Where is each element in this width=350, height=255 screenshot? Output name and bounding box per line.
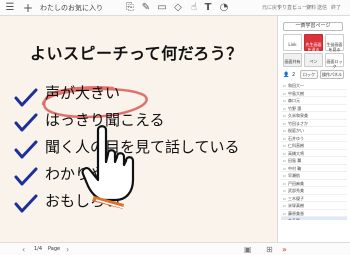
pointing-hand-icon [81,125,135,209]
capture-icon[interactable]: ⊞ [266,244,273,255]
panel-toggle-icon[interactable]: » [282,244,287,255]
student-name: 高橋大将 [288,150,304,156]
roster-row[interactable]: ▫ 仁科直樹 [281,142,347,150]
check-icon [14,88,38,107]
roster-row[interactable]: ▫ 竹野 惠 [281,105,347,112]
user-icon: 👤 [283,72,290,78]
roster-row[interactable]: ▫ 高橋大将 [281,150,347,157]
share-screen-tile[interactable]: 画面共有 [283,53,302,67]
roster-row[interactable]: ▫ 石井ゆう [281,135,347,142]
page-label: Page [48,246,61,252]
share-icon[interactable]: ⎘ [124,2,136,14]
whiteboard-slide[interactable]: よいスピーチって何だろう？ 声が大きい はっきり聞こえる 聞く人の目を見て話して… [0,16,277,242]
roster-row[interactable]: ▫ 竹田まさか [281,120,347,127]
student-name: 戸田麻美 [288,180,304,186]
view-student-screen-tile[interactable]: 生徒画面を見る [325,34,344,52]
check-icon [14,140,38,159]
student-name: 桜庭かい [288,128,304,133]
link-tile[interactable]: Link [283,34,302,51]
eraser-icon[interactable]: ◇ [172,2,184,14]
document-title: わたしのお気に入り [40,4,103,12]
roster-row[interactable]: ▫ 早瀬航 [281,172,347,180]
marker-icon[interactable]: ▭ [156,2,168,14]
pen-tile[interactable]: ペン [304,53,323,67]
participant-count: 2 [292,72,296,78]
lock-button[interactable]: ロック [300,70,318,79]
roster-row[interactable]: ▫ 米塚真樹 [281,202,347,210]
student-name: 中村 鞠 [288,165,302,171]
layout-icon[interactable]: ▣ [244,244,252,255]
roster-row[interactable]: ▫ 藤原美香 [281,210,347,217]
text-icon[interactable]: T [202,2,214,14]
student-name: 仁科直樹 [288,143,304,148]
roster-row[interactable]: ▫ 戸田麻美 [281,180,347,187]
student-name: 久米和泉美 [288,113,308,118]
page-indicator: 1/4 [34,246,43,252]
send-teacher-screen-tile[interactable]: 先生画面を送る [304,34,323,52]
roster-row[interactable]: ▫ 中村 鞠 [281,165,347,172]
student-name: 竹田まさか [288,120,308,126]
student-name: 田島 翼 [288,158,302,163]
check-icon [14,194,38,213]
student-name: 竹野 惠 [288,105,302,111]
bottom-bar: ‹ 1/4 Page › ▣ ⊞ » [0,242,350,255]
control-panel-button[interactable]: 操作パネル [320,70,344,79]
student-name: 武部秀美 [288,188,304,193]
student-name: 石井ゆう [288,135,304,141]
send-button[interactable]: 送信 [317,3,327,13]
student-name: 中島大樹 [288,90,304,96]
chevron-right-icon[interactable]: › [66,244,69,255]
student-name: 米塚真樹 [288,203,304,208]
check-icon [14,167,38,186]
class-home-button[interactable]: 一斉学習ページ [283,22,343,31]
materials-button[interactable]: 資料 [306,3,316,13]
student-name: 金乃勝 [288,218,300,220]
pointer-icon[interactable]: ☝ [188,2,200,14]
student-name: 和田大一 [288,83,304,88]
slide-title: よいスピーチって何だろう？ [30,44,243,63]
slide-item-3: 聞く人の目を見て話している [45,138,240,156]
student-name: 三木優子 [288,195,304,201]
plus-icon[interactable]: + [22,2,34,14]
roster-row[interactable]: ▫ 三木優子 [281,195,347,202]
check-icon [14,113,38,132]
pen-icon[interactable]: ✎ [140,2,152,14]
lock-screen-tile[interactable]: 画面ロック [325,53,344,69]
roster-row[interactable]: ▫ 森口元 [281,97,347,105]
shapes-icon[interactable]: ◔ [218,2,230,14]
student-roster: ▫ 和田大一 ▫ 中島大樹 ▫ 森口元 ▫ 竹野 惠 ▫ 久米和泉美 ▫ 竹田まさか ▫ 桜庭かい ▫ 石井ゆ… [281,82,347,220]
top-toolbar: ☰ + わたしのお気に入り ⎘ ✎ ▭ ◇ ☝ T ◔ 元に戻す やり直し ビュ… [0,0,350,16]
roster-row[interactable]: ▫金乃勝 [281,217,347,220]
student-name: 藤原美香 [288,210,304,216]
roster-row[interactable]: ▫ 中島大樹 [281,90,347,97]
slide-item-1: 声が大きい [45,84,121,102]
chevron-left-icon[interactable]: ‹ [22,244,25,255]
student-name: 森口元 [288,98,300,103]
roster-row[interactable]: ▫ 和田大一 [281,82,347,90]
roster-row[interactable]: ▫ 桜庭かい [281,127,347,135]
menu-icon[interactable]: ☰ [4,2,16,14]
exit-button[interactable]: 終了 [331,3,341,13]
student-name: 早瀬航 [288,173,300,178]
roster-row[interactable]: ▫ 武部秀美 [281,187,347,195]
roster-row[interactable]: ▫ 久米和泉美 [281,112,347,120]
roster-row[interactable]: ▫ 田島 翼 [281,157,347,165]
